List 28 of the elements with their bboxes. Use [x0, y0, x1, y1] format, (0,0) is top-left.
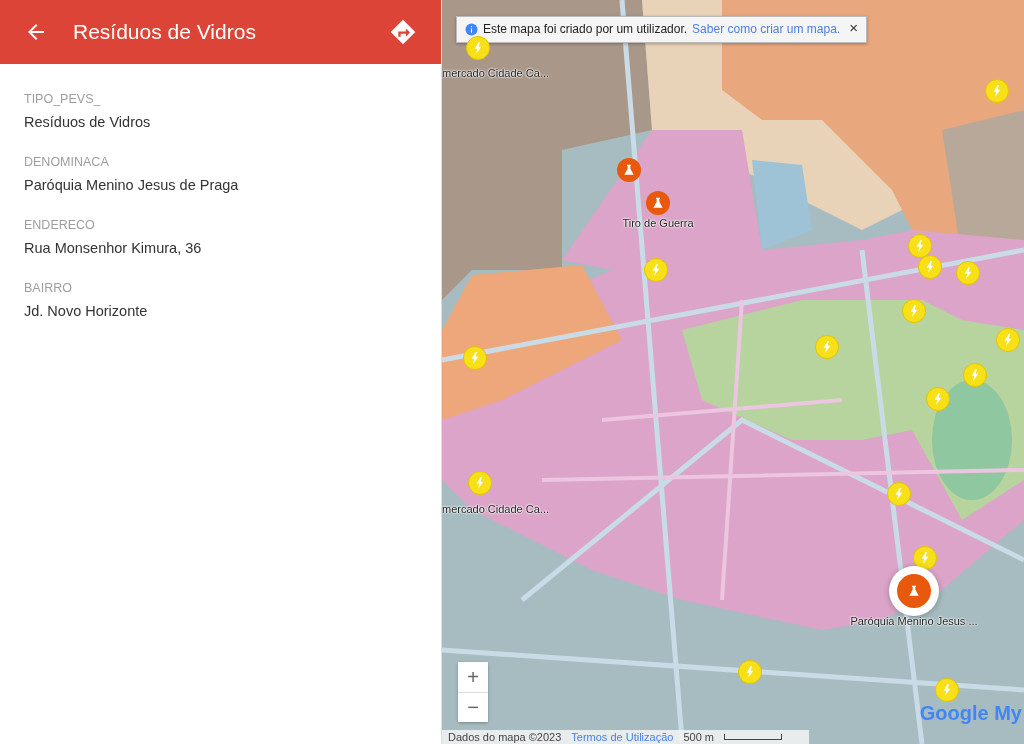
directions-icon[interactable]: [389, 18, 417, 46]
scale-label: 500 m: [683, 731, 714, 743]
flask-icon: [650, 195, 666, 211]
panel-title: Resíduos de Vidros: [73, 20, 257, 44]
close-button[interactable]: ×: [849, 22, 858, 34]
field-value: Paróquia Menino Jesus de Praga: [24, 177, 240, 193]
field-value: Jd. Novo Horizonte: [24, 303, 149, 319]
marker-label: mercado Cidade Ca...: [442, 67, 549, 79]
field-label: DENOMINACA: [24, 155, 110, 169]
marker-label: Paróquia Menino Jesus ...: [850, 615, 978, 627]
zoom-out-button[interactable]: −: [458, 692, 488, 722]
scale-bar: [723, 734, 782, 740]
marker-label: mercado Cidade Ca...: [442, 503, 549, 515]
info-icon: [465, 22, 478, 36]
create-map-link[interactable]: Saber como criar um mapa.: [692, 22, 841, 36]
flask-icon: [906, 583, 922, 599]
field-label: TIPO_PEVS_: [24, 92, 102, 106]
field-value: Resíduos de Vidros: [24, 114, 152, 130]
flask-icon: [621, 162, 637, 178]
field-label: ENDERECO: [24, 218, 96, 232]
map-data-text: Dados do mapa ©2023: [448, 731, 562, 743]
field-value: Rua Monsenhor Kimura, 36: [24, 240, 203, 256]
field-label: BAIRRO: [24, 281, 73, 295]
terms-link[interactable]: Termos de Utilização: [571, 731, 674, 743]
zoom-in-button[interactable]: +: [458, 662, 488, 692]
map-logo: Google My: [919, 702, 1022, 725]
banner-text: Este mapa foi criado por um utilizador.: [483, 22, 688, 36]
marker-label: Tiro de Guerra: [622, 217, 694, 229]
